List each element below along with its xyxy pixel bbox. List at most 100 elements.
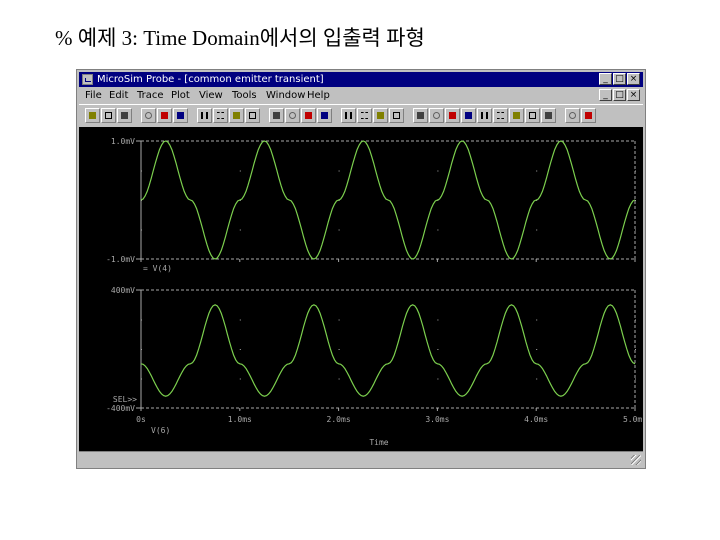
grid-icon[interactable] xyxy=(269,108,284,123)
app-icon[interactable] xyxy=(82,74,93,85)
add-yaxis-icon[interactable] xyxy=(373,108,388,123)
menu-edit[interactable]: Edit xyxy=(109,88,128,103)
waveform-chart: 1.0mV -1.0mV 400mV -400mV0s 1.0ms 2.0ms 3.0ms 4… xyxy=(106,137,647,447)
resize-grip[interactable] xyxy=(631,455,641,465)
menu-view[interactable]: View xyxy=(199,88,223,103)
mark-data-icon[interactable] xyxy=(581,108,596,123)
cursor-slope-icon[interactable] xyxy=(461,108,476,123)
grid-dot xyxy=(536,349,538,350)
grid-dot xyxy=(338,229,340,231)
grid-dot xyxy=(635,378,636,380)
minimize-button[interactable]: _ xyxy=(599,73,612,85)
zoom-area-icon[interactable] xyxy=(229,108,244,123)
legend-v4: = V(4) xyxy=(143,264,172,273)
add-plot-icon[interactable] xyxy=(357,108,372,123)
grid-dot xyxy=(536,378,538,380)
grid-dot xyxy=(141,229,142,231)
grid-dot xyxy=(536,170,538,172)
open-icon[interactable] xyxy=(85,108,100,123)
x-tick-label: 5.0ms xyxy=(623,415,643,424)
window-titlebar[interactable]: MicroSim Probe - [common emitter transie… xyxy=(79,72,643,87)
grid-dot xyxy=(141,349,142,350)
grid-dot xyxy=(338,170,340,172)
grid-dot xyxy=(437,170,439,172)
add-trace-icon[interactable] xyxy=(341,108,356,123)
label-icon[interactable] xyxy=(389,108,404,123)
save-icon[interactable] xyxy=(101,108,116,123)
grid-dot xyxy=(338,349,340,350)
grid-dot xyxy=(437,229,439,231)
performance-icon[interactable] xyxy=(317,108,332,123)
doc-maximize-button[interactable]: □ xyxy=(613,89,626,101)
trace-v4 xyxy=(140,140,636,260)
cursor-trough-icon[interactable] xyxy=(445,108,460,123)
x-tick-label: 3.0ms xyxy=(425,415,449,424)
toolbar xyxy=(79,104,643,128)
grid-dot xyxy=(635,349,636,350)
grid-dot xyxy=(338,319,340,321)
probe-window: MicroSim Probe - [common emitter transie… xyxy=(76,69,647,469)
menu-help[interactable]: Help xyxy=(307,88,330,103)
fourier-icon[interactable] xyxy=(301,108,316,123)
cursor-min-icon[interactable] xyxy=(477,108,492,123)
y-tick-label-top: 400mV xyxy=(111,286,135,295)
grid-dot xyxy=(536,229,538,231)
cursor-point-icon[interactable] xyxy=(509,108,524,123)
grid-dot xyxy=(141,170,142,172)
window-title: MicroSim Probe - [common emitter transie… xyxy=(97,74,324,85)
menubar: File Edit Trace Plot View Tools Window H… xyxy=(79,88,643,103)
grid-dot xyxy=(338,378,340,380)
x-axis-title: Time xyxy=(369,438,388,447)
plot-area[interactable]: 1.0mV -1.0mV 400mV -400mV 0s 1.0ms 2.0ms 3.0ms 4… xyxy=(79,127,647,451)
mark-label-icon[interactable] xyxy=(565,108,580,123)
grid-dot xyxy=(141,319,142,321)
menu-tools[interactable]: Tools xyxy=(232,88,257,103)
maximize-button[interactable]: □ xyxy=(613,73,626,85)
x-tick-label: 2.0ms xyxy=(327,415,351,424)
trace-layer xyxy=(140,140,636,397)
slide-title: % 예제 3: Time Domain에서의 입출력 파형 xyxy=(55,26,425,50)
grid-dot xyxy=(635,170,636,172)
grid-dot xyxy=(239,378,241,380)
cursor-search-icon[interactable] xyxy=(525,108,540,123)
menu-file[interactable]: File xyxy=(85,88,102,103)
grid-dot xyxy=(437,349,439,350)
menu-plot[interactable]: Plot xyxy=(171,88,190,103)
close-button[interactable]: × xyxy=(627,73,640,85)
y-tick-label-bottom: -1.0mV xyxy=(106,255,135,264)
x-tick-label: 1.0ms xyxy=(228,415,252,424)
trace-v6 xyxy=(140,304,636,397)
zoom-in-icon[interactable] xyxy=(197,108,212,123)
grid-dot xyxy=(437,319,439,321)
zoom-out-icon[interactable] xyxy=(213,108,228,123)
doc-minimize-button[interactable]: _ xyxy=(599,89,612,101)
grid-dot xyxy=(635,229,636,231)
sel-marker: SEL>> xyxy=(113,395,137,404)
grid-dot xyxy=(239,229,241,231)
x-tick-label: 4.0ms xyxy=(524,415,548,424)
legend-v6: V(6) xyxy=(151,426,170,435)
doc-close-button[interactable]: × xyxy=(627,89,640,101)
y-tick-label-top: 1.0mV xyxy=(111,137,135,146)
grid-dot xyxy=(239,170,241,172)
cursor-peak-icon[interactable] xyxy=(429,108,444,123)
label-layer: 1.0mV -1.0mV 400mV -400mV0s 1.0ms 2.0ms 3.0ms 4… xyxy=(106,137,647,447)
copy-icon[interactable] xyxy=(157,108,172,123)
grid-dot xyxy=(437,378,439,380)
zoom-fit-icon[interactable] xyxy=(245,108,260,123)
cut-icon[interactable] xyxy=(141,108,156,123)
paste-icon[interactable] xyxy=(173,108,188,123)
plot-frame xyxy=(136,140,636,411)
grid-dot xyxy=(635,319,636,321)
menu-window[interactable]: Window xyxy=(266,88,305,103)
grid-dot xyxy=(141,378,142,380)
y-tick-label-bottom: -400mV xyxy=(106,404,135,413)
log-x-icon[interactable] xyxy=(285,108,300,123)
print-icon[interactable] xyxy=(117,108,132,123)
cursor-next-icon[interactable] xyxy=(541,108,556,123)
menu-trace[interactable]: Trace xyxy=(137,88,164,103)
grid-dot xyxy=(239,319,241,321)
cursor-toggle-icon[interactable] xyxy=(413,108,428,123)
x-tick-label: 0s xyxy=(136,415,146,424)
cursor-max-icon[interactable] xyxy=(493,108,508,123)
